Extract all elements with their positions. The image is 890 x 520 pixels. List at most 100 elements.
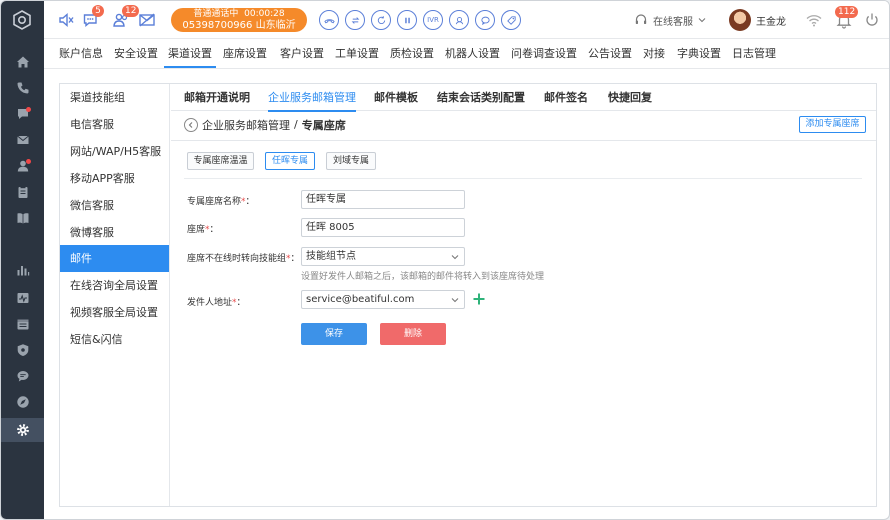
- menu-item-robot[interactable]: 机器人设置: [445, 39, 500, 69]
- ivr-button[interactable]: IVR: [423, 10, 443, 30]
- back-icon[interactable]: [184, 117, 198, 132]
- consult-icon[interactable]: [449, 10, 469, 30]
- rail-user-icon[interactable]: [1, 155, 44, 177]
- refresh-icon[interactable]: [371, 10, 391, 30]
- menu-item-dictionary[interactable]: 字典设置: [677, 39, 721, 69]
- tab-session-category[interactable]: 结束会话类别配置: [437, 84, 525, 111]
- menu-item-ticket[interactable]: 工单设置: [335, 39, 379, 69]
- rail-clipboard-icon[interactable]: [1, 181, 44, 203]
- menu-item-account[interactable]: 账户信息: [59, 39, 103, 69]
- tab-mail-template[interactable]: 邮件模板: [374, 84, 418, 111]
- mail-off-icon[interactable]: [137, 10, 157, 30]
- chevron-down-icon: [451, 255, 459, 260]
- seat-chip[interactable]: 刘域专属: [326, 152, 376, 170]
- exclusive-name-input[interactable]: 任晖专属: [301, 190, 465, 209]
- tag-icon[interactable]: [501, 10, 521, 30]
- wifi-icon: [804, 10, 824, 30]
- offline-skill-group-select[interactable]: 技能组节点: [301, 247, 465, 266]
- divider: [171, 140, 876, 141]
- chat-notify-icon[interactable]: 5: [81, 5, 104, 30]
- exclusive-name-label: 专属座席名称*：: [187, 194, 255, 207]
- main-menu: 账户信息 安全设置 渠道设置 座席设置 客户设置 工单设置 质检设置 机器人设置…: [44, 39, 889, 69]
- breadcrumb-parent[interactable]: 企业服务邮箱管理: [202, 117, 290, 133]
- menu-item-seat[interactable]: 座席设置: [223, 39, 267, 69]
- alerts-badge: 112: [835, 6, 859, 18]
- label-colon: ：: [209, 225, 219, 235]
- tab-quick-reply[interactable]: 快捷回复: [608, 84, 652, 111]
- rail-user-dot: [26, 159, 31, 164]
- rail-shield-icon[interactable]: [1, 339, 44, 361]
- subnav-item-sms[interactable]: 短信&闪信: [60, 326, 169, 353]
- menu-item-quality[interactable]: 质检设置: [390, 39, 434, 69]
- save-button[interactable]: 保存: [301, 323, 367, 345]
- breadcrumb-separator: /: [294, 118, 298, 131]
- subnav-item-web[interactable]: 网站/WAP/H5客服: [60, 138, 169, 165]
- sender-address-select[interactable]: service@beatiful.com: [301, 290, 465, 309]
- rail-home-icon[interactable]: [1, 51, 44, 73]
- headset-icon: [635, 14, 647, 24]
- subnav-item-weibo[interactable]: 微博客服: [60, 219, 169, 246]
- channel-subnav: 渠道技能组 电信客服 网站/WAP/H5客服 移动APP客服 微信客服 微博客服…: [60, 84, 170, 506]
- label-text: 专属座席名称: [187, 197, 242, 207]
- rail-calendar-icon[interactable]: [1, 313, 44, 335]
- left-rail: [1, 1, 44, 519]
- label-text: 座席不在线时转向技能组: [187, 254, 287, 264]
- rail-message-icon[interactable]: [1, 365, 44, 387]
- subnav-item-video-global[interactable]: 视频客服全局设置: [60, 299, 169, 326]
- seat-chip-active[interactable]: 任晖专属: [265, 152, 315, 170]
- breadcrumb-current: 专属座席: [301, 118, 346, 132]
- contacts-notify-icon[interactable]: 12: [111, 5, 140, 30]
- chevron-down-icon: [451, 298, 459, 303]
- rail-chart-icon[interactable]: [1, 259, 44, 281]
- subnav-item-skill-group[interactable]: 渠道技能组: [60, 84, 169, 111]
- rail-chat-icon[interactable]: [1, 103, 44, 125]
- label-colon: ：: [245, 197, 255, 207]
- label-colon: ：: [290, 254, 300, 264]
- label-text: 座席: [187, 225, 206, 235]
- chevron-down-icon: [698, 18, 706, 23]
- add-exclusive-seat-button[interactable]: 添加专属座席: [799, 116, 866, 133]
- subnav-item-telecom[interactable]: 电信客服: [60, 111, 169, 138]
- sms-icon[interactable]: [475, 10, 495, 30]
- agent-status-dropdown[interactable]: 在线客服: [634, 12, 706, 28]
- menu-item-security[interactable]: 安全设置: [114, 39, 158, 69]
- call-status-pill[interactable]: 普通通话中 00:00:28 05398700966 山东临沂: [171, 8, 307, 32]
- menu-item-log[interactable]: 日志管理: [732, 39, 776, 69]
- content-panel: 渠道技能组 电信客服 网站/WAP/H5客服 移动APP客服 微信客服 微博客服…: [59, 83, 877, 507]
- menu-item-survey[interactable]: 问卷调查设置: [511, 39, 577, 69]
- hangup-icon[interactable]: [319, 10, 339, 30]
- subnav-item-email[interactable]: 邮件: [60, 245, 169, 272]
- rail-mail-icon[interactable]: [1, 129, 44, 151]
- rail-book-icon[interactable]: [1, 207, 44, 229]
- mute-icon[interactable]: [56, 10, 76, 30]
- subnav-item-app[interactable]: 移动APP客服: [60, 165, 169, 192]
- tab-mail-signature[interactable]: 邮件签名: [544, 84, 588, 111]
- label-colon: ：: [236, 298, 246, 308]
- pause-icon[interactable]: [397, 10, 417, 30]
- menu-item-notice[interactable]: 公告设置: [588, 39, 632, 69]
- user-name[interactable]: 王金龙: [756, 13, 786, 28]
- rail-settings-icon[interactable]: [1, 418, 44, 442]
- avatar[interactable]: [729, 9, 751, 31]
- subnav-item-online-global[interactable]: 在线咨询全局设置: [60, 272, 169, 299]
- transfer-icon[interactable]: [345, 10, 365, 30]
- add-sender-plus-icon[interactable]: [472, 292, 486, 306]
- chat-badge: 5: [92, 5, 104, 17]
- top-bar: 5 12 普通通话中 00:00:28 05398700966 山东临沂 IVR: [44, 1, 889, 39]
- menu-item-integration[interactable]: 对接: [643, 39, 665, 69]
- power-icon[interactable]: [862, 10, 882, 30]
- tab-mailbox-guide[interactable]: 邮箱开通说明: [184, 84, 250, 111]
- breadcrumb: 企业服务邮箱管理 / 专属座席: [184, 116, 346, 133]
- seat-input[interactable]: 任晖 8005: [301, 218, 465, 237]
- bell-icon[interactable]: 112: [834, 6, 859, 30]
- rail-compass-icon[interactable]: [1, 391, 44, 413]
- tab-enterprise-mailbox[interactable]: 企业服务邮箱管理: [268, 84, 356, 112]
- subnav-item-wechat[interactable]: 微信客服: [60, 192, 169, 219]
- seat-chip[interactable]: 专属座席温温: [187, 152, 254, 170]
- rail-phone-icon[interactable]: [1, 77, 44, 99]
- delete-button[interactable]: 删除: [380, 323, 446, 345]
- menu-item-customer[interactable]: 客户设置: [280, 39, 324, 69]
- rail-monitor-icon[interactable]: [1, 287, 44, 309]
- menu-item-channel[interactable]: 渠道设置: [164, 39, 216, 69]
- rail-chat-dot: [26, 107, 31, 112]
